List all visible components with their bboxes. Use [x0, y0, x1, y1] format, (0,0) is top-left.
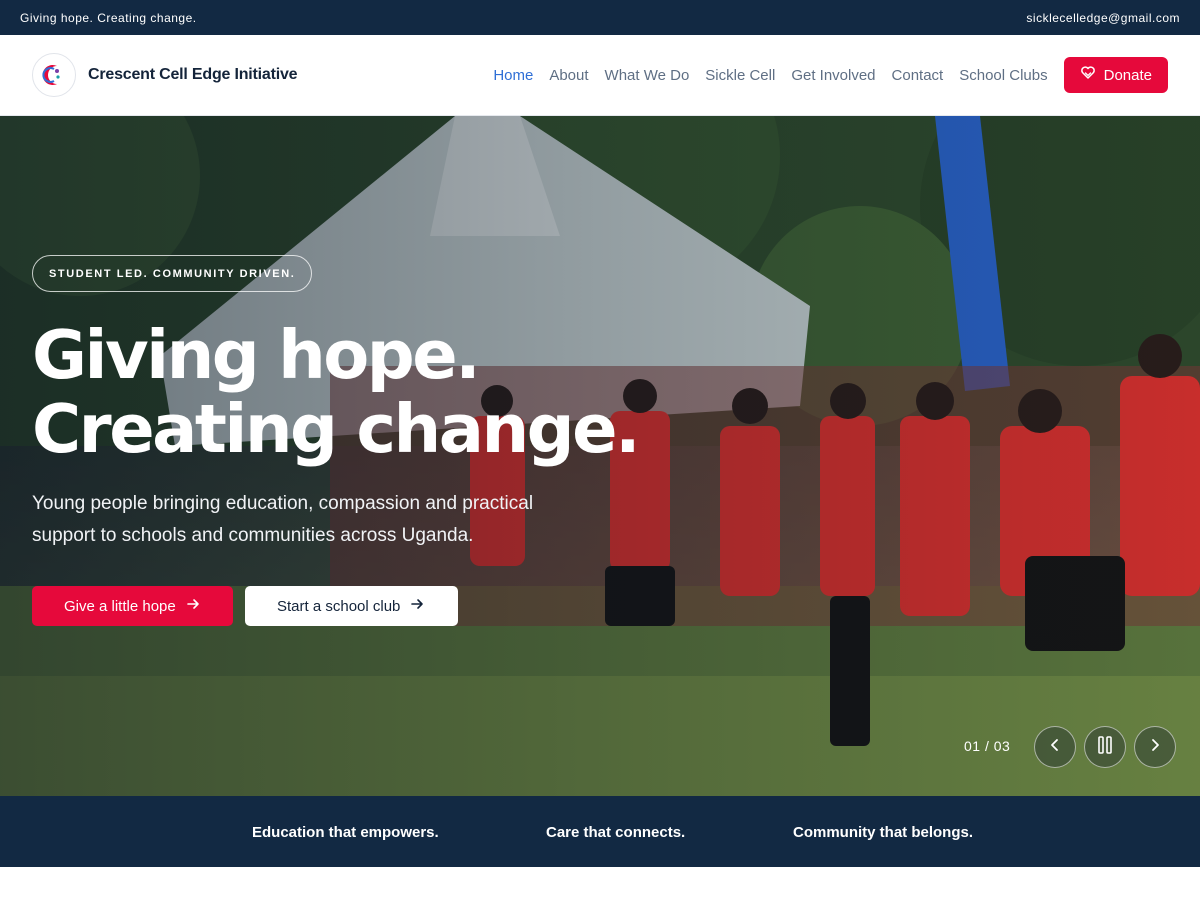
slide-counter: 01 / 03	[964, 738, 1011, 754]
hero-badge: STUDENT LED. COMMUNITY DRIVEN.	[32, 255, 313, 292]
nav-home[interactable]: Home	[493, 67, 533, 84]
value-care: Care that connects.	[546, 824, 686, 841]
give-hope-label: Give a little hope	[64, 597, 176, 615]
nav-contact[interactable]: Contact	[892, 67, 944, 84]
site-header: Crescent Cell Edge Initiative Home About…	[0, 35, 1200, 116]
nav-sickle-cell[interactable]: Sickle Cell	[705, 67, 775, 84]
top-bar: Giving hope. Creating change. sicklecell…	[0, 0, 1200, 35]
give-hope-button[interactable]: Give a little hope	[32, 586, 233, 626]
contact-email[interactable]: sicklecelledge@gmail.com	[1026, 11, 1180, 25]
value-community: Community that belongs.	[793, 824, 973, 841]
values-strip: Education that empowers. Care that conne…	[0, 796, 1200, 867]
nav-get-involved[interactable]: Get Involved	[791, 67, 875, 84]
arrow-right-icon	[410, 597, 424, 615]
start-club-label: Start a school club	[277, 597, 401, 615]
start-club-button[interactable]: Start a school club	[245, 586, 458, 626]
hero-title: Giving hope. Creating change.	[32, 316, 641, 468]
chevron-left-icon	[1048, 738, 1062, 757]
donate-label: Donate	[1103, 66, 1152, 84]
pause-slideshow-button[interactable]	[1084, 726, 1126, 768]
brand-name: Crescent Cell Edge Initiative	[88, 66, 298, 83]
hero-section: STUDENT LED. COMMUNITY DRIVEN. Giving ho…	[0, 116, 1200, 796]
nav-school-clubs[interactable]: School Clubs	[959, 67, 1047, 84]
nav-what-we-do[interactable]: What We Do	[605, 67, 690, 84]
crescent-logo-icon	[32, 53, 76, 97]
donate-button[interactable]: Donate	[1063, 57, 1168, 93]
arrow-right-icon	[186, 597, 200, 615]
prev-slide-button[interactable]	[1034, 726, 1076, 768]
hero-subtitle: Young people bringing education, compass…	[32, 493, 534, 546]
nav-about[interactable]: About	[549, 67, 588, 84]
pause-icon	[1096, 735, 1114, 760]
top-tagline: Giving hope. Creating change.	[20, 10, 197, 25]
brand[interactable]: Crescent Cell Edge Initiative	[32, 53, 298, 97]
main-nav: Home About What We Do Sickle Cell Get In…	[493, 57, 1168, 93]
next-slide-button[interactable]	[1134, 726, 1176, 768]
heart-hand-icon	[1080, 65, 1096, 85]
value-education: Education that empowers.	[252, 824, 439, 841]
chevron-right-icon	[1148, 738, 1162, 757]
